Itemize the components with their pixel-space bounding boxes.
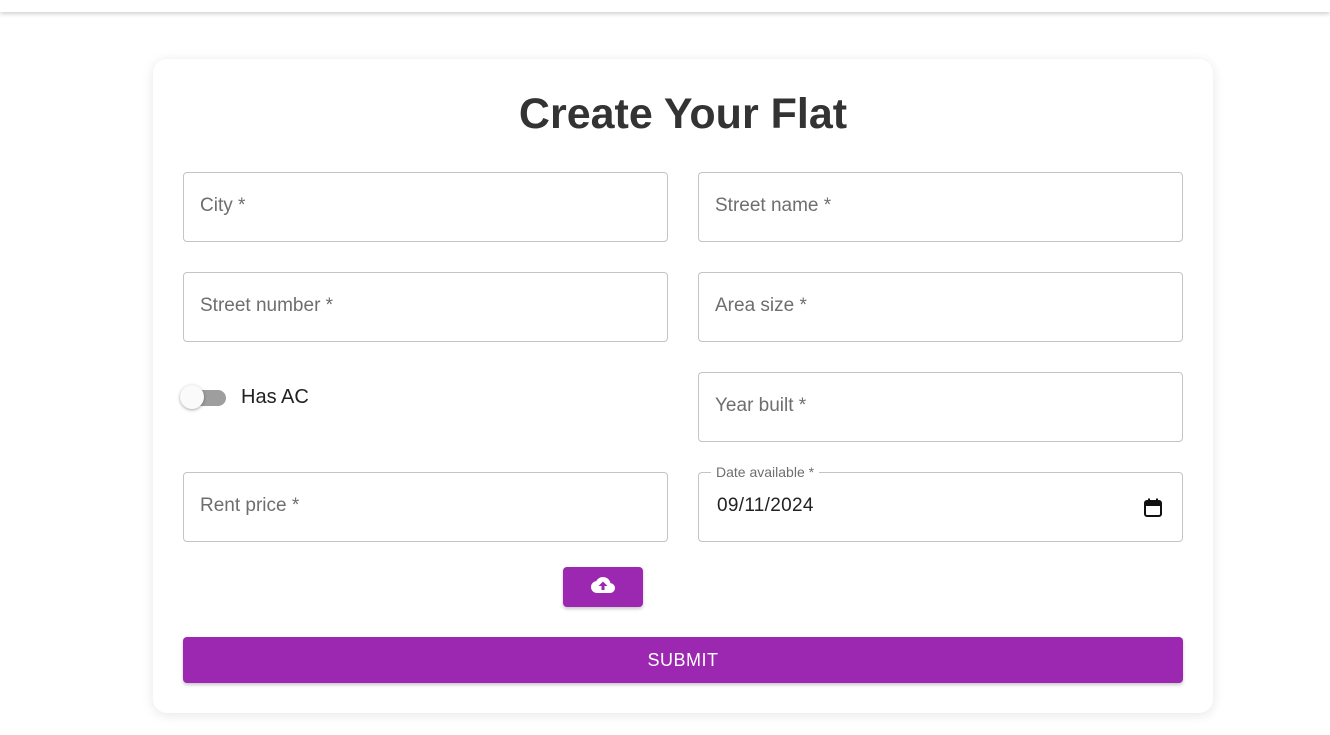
rent-price-field[interactable]: Rent price * bbox=[183, 472, 668, 542]
street-name-placeholder: Street name * bbox=[715, 195, 832, 216]
street-name-field[interactable]: Street name * bbox=[698, 172, 1183, 242]
calendar-icon[interactable] bbox=[1144, 498, 1162, 517]
switch-thumb[interactable] bbox=[180, 385, 204, 409]
app-bar bbox=[0, 0, 1330, 12]
area-size-field[interactable]: Area size * bbox=[698, 272, 1183, 342]
city-field[interactable]: City * bbox=[183, 172, 668, 242]
create-flat-card: Create Your Flat City * Street name * St… bbox=[153, 59, 1213, 713]
cloud-upload-icon bbox=[590, 575, 616, 600]
city-placeholder: City * bbox=[200, 195, 246, 216]
year-built-field[interactable]: Year built * bbox=[698, 372, 1183, 442]
rent-price-placeholder: Rent price * bbox=[200, 495, 300, 516]
upload-image-button[interactable] bbox=[563, 567, 643, 607]
has-ac-label: Has AC bbox=[241, 386, 309, 408]
date-available-field[interactable]: Date available * 09/11/2024 bbox=[698, 464, 1183, 542]
date-available-label: Date available * bbox=[711, 464, 820, 480]
page-title: Create Your Flat bbox=[518, 90, 848, 138]
date-available-value: 09/11/2024 bbox=[717, 495, 814, 516]
street-number-field[interactable]: Street number * bbox=[183, 272, 668, 342]
year-built-placeholder: Year built * bbox=[715, 395, 807, 416]
submit-button[interactable]: SUBMIT bbox=[183, 637, 1183, 683]
street-number-placeholder: Street number * bbox=[200, 295, 334, 316]
has-ac-switch[interactable]: Has AC bbox=[180, 385, 330, 411]
area-size-placeholder: Area size * bbox=[715, 295, 807, 316]
